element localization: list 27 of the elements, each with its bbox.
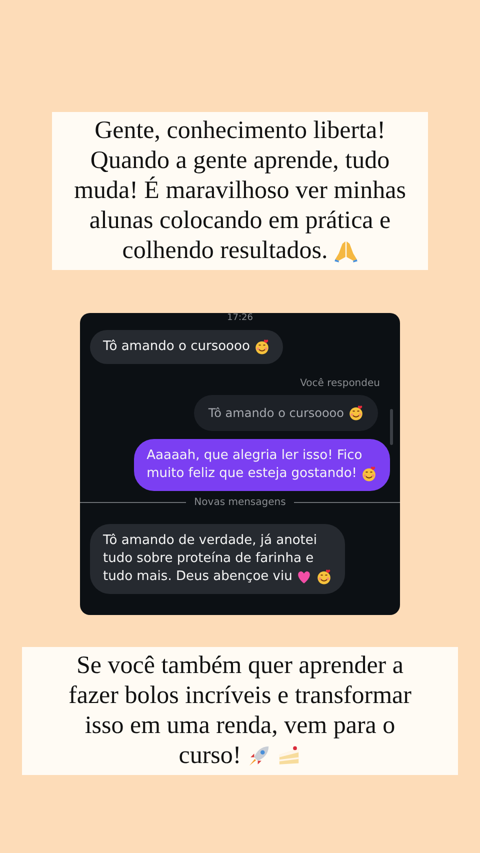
caption-line: alunas colocando em prática e — [89, 206, 391, 236]
reply-label: Você respondeu — [300, 378, 380, 389]
smiling-face-icon — [348, 405, 364, 421]
timestamp: 17:26 — [227, 313, 253, 324]
caption-line: Gente, conhecimento liberta! — [94, 116, 386, 146]
caption-line: colhendo resultados. — [122, 236, 328, 266]
message-text: Tô amando o cursoooo — [103, 338, 250, 356]
message-text: Tô amando de verdade, já anotei — [103, 532, 317, 550]
smiling-face-icon — [254, 339, 270, 355]
message-text: muito feliz que esteja gostando! — [146, 465, 357, 483]
caption-line: muda! É maravilhoso ver minhas — [74, 176, 406, 206]
message-text: tudo sobre proteína de farinha e — [103, 550, 314, 568]
heart-icon — [296, 569, 312, 585]
caption-line: fazer bolos incríveis e transformar — [68, 681, 412, 711]
smiling-face-icon — [316, 569, 332, 585]
caption-line: isso em uma renda, vem para o — [84, 711, 396, 741]
scrollbar — [390, 409, 393, 445]
rocket-icon — [247, 744, 272, 768]
caption-line: Se você também quer aprender a — [76, 651, 404, 681]
message-text: Aaaaah, que alegria ler isso! Fico — [146, 447, 362, 465]
new-messages-divider: Novas mensagens — [194, 497, 286, 508]
message-text: tudo mais. Deus abençoe viu — [103, 568, 292, 586]
smiling-face-icon — [361, 466, 377, 482]
caption-line: Quando a gente aprende, tudo — [90, 146, 390, 176]
caption-line: curso! — [178, 741, 242, 771]
message-text: Tô amando o cursoooo — [208, 405, 344, 422]
praying-hands-icon — [334, 239, 358, 263]
